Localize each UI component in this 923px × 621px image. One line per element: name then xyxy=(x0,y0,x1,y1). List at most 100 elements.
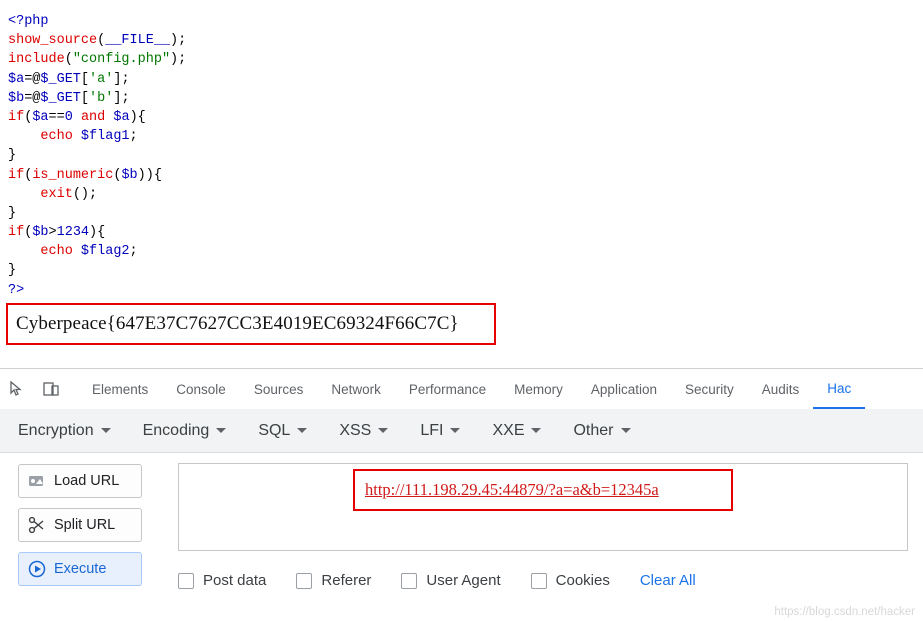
menu-encryption[interactable]: Encryption xyxy=(18,422,111,440)
cookies-label: Cookies xyxy=(555,572,610,589)
menu-encryption-label: Encryption xyxy=(18,421,94,439)
inspect-cursor-icon[interactable] xyxy=(0,369,34,409)
option-cookies[interactable]: Cookies xyxy=(530,572,610,589)
tab-network[interactable]: Network xyxy=(317,369,395,409)
code-token: (); xyxy=(72,186,98,202)
code-token: [ xyxy=(80,90,90,106)
menu-lfi-label: LFI xyxy=(420,421,444,439)
code-token: } xyxy=(8,148,17,164)
tab-elements[interactable]: Elements xyxy=(78,369,162,409)
user-agent-label: User Agent xyxy=(426,572,501,589)
menu-lfi[interactable]: LFI xyxy=(420,421,461,440)
tab-performance[interactable]: Performance xyxy=(395,369,500,409)
code-token: __FILE__ xyxy=(105,33,171,49)
menu-other[interactable]: Other xyxy=(573,422,631,440)
tab-console[interactable]: Console xyxy=(162,369,240,409)
code-token: )){ xyxy=(137,167,162,183)
post-data-checkbox[interactable] xyxy=(178,572,194,589)
tab-memory[interactable]: Memory xyxy=(500,369,577,409)
tab-security[interactable]: Security xyxy=(671,369,748,409)
tab-application[interactable]: Application xyxy=(577,369,671,409)
code-token: is_numeric xyxy=(32,167,114,183)
code-token: show_source xyxy=(8,33,98,49)
code-token: $_GET xyxy=(40,71,81,87)
load-url-icon xyxy=(27,471,47,491)
code-line: if(is_numeric($b)){ xyxy=(8,166,923,185)
menu-xxe-label: XXE xyxy=(492,421,525,439)
chevron-down-icon xyxy=(378,428,389,433)
code-line: ?> xyxy=(8,281,923,300)
code-line: echo $flag1; xyxy=(8,127,923,146)
code-token: ]; xyxy=(113,90,130,106)
code-line: if($a==0 and $a){ xyxy=(8,108,923,127)
hackbar-menubar: Encryption Encoding SQL XSS LFI XXE Othe… xyxy=(0,409,923,453)
chevron-down-icon xyxy=(100,428,111,433)
code-token: $b xyxy=(8,90,25,106)
code-token: if xyxy=(8,225,25,241)
option-user-agent[interactable]: User Agent xyxy=(401,572,501,589)
split-url-icon xyxy=(27,515,47,535)
code-token: > xyxy=(48,225,57,241)
code-line: include("config.php"); xyxy=(8,50,923,69)
code-line: $b=@$_GET['b']; xyxy=(8,89,923,108)
code-token: $a xyxy=(113,109,130,125)
code-token: $a xyxy=(32,109,49,125)
code-token: ; xyxy=(129,129,138,145)
option-referer[interactable]: Referer xyxy=(296,572,371,589)
option-post-data[interactable]: Post data xyxy=(178,572,266,589)
referer-checkbox[interactable] xyxy=(296,572,313,589)
code-token: ; xyxy=(129,244,138,260)
code-token: ( xyxy=(64,52,73,68)
url-value: http://111.198.29.45:44879/?a=a&b=12345a xyxy=(365,480,659,499)
code-token: exit xyxy=(40,186,73,202)
chevron-down-icon xyxy=(531,428,542,433)
code-token: $a xyxy=(8,71,25,87)
tab-sources[interactable]: Sources xyxy=(240,369,318,409)
tab-hackbar[interactable]: Hac xyxy=(813,369,866,409)
clear-all-link[interactable]: Clear All xyxy=(640,572,696,589)
user-agent-checkbox[interactable] xyxy=(401,572,418,589)
hackbar-body: Load URL Split URL Execute http://111.19… xyxy=(0,454,923,621)
load-url-button[interactable]: Load URL xyxy=(18,464,142,498)
php-source-code: <?php show_source(__FILE__); include("conf… xyxy=(0,0,923,300)
flag-text: Cyberpeace{647E37C7627CC3E4019EC69324F66… xyxy=(16,313,459,334)
execute-label: Execute xyxy=(54,561,107,577)
menu-xss-label: XSS xyxy=(339,421,372,439)
code-token: ); xyxy=(170,52,187,68)
menu-xxe[interactable]: XXE xyxy=(492,421,542,440)
watermark-text: https://blog.csdn.net/hacker xyxy=(774,606,915,618)
menu-encoding[interactable]: Encoding xyxy=(143,422,227,440)
device-toolbar-icon[interactable] xyxy=(34,369,68,409)
code-token: "config.php" xyxy=(72,52,171,68)
load-url-label: Load URL xyxy=(54,473,120,489)
post-data-label: Post data xyxy=(203,572,267,589)
code-line: if($b>1234){ xyxy=(8,223,923,242)
code-token: $flag2 xyxy=(80,244,130,260)
code-line: exit(); xyxy=(8,185,923,204)
code-token: [ xyxy=(80,71,90,87)
code-token: <?php xyxy=(8,14,49,29)
split-url-button[interactable]: Split URL xyxy=(18,508,142,542)
code-token: if xyxy=(8,167,25,183)
code-token: $flag1 xyxy=(80,129,130,145)
menu-sql[interactable]: SQL xyxy=(258,422,308,440)
split-url-label: Split URL xyxy=(54,517,116,533)
tab-audits[interactable]: Audits xyxy=(748,369,814,409)
chevron-down-icon xyxy=(450,428,461,433)
code-token: =@ xyxy=(24,90,41,106)
code-token: } xyxy=(8,263,17,279)
code-token: ); xyxy=(170,33,187,49)
code-token: =@ xyxy=(24,71,41,87)
url-textarea[interactable]: http://111.198.29.45:44879/?a=a&b=12345a xyxy=(178,463,908,551)
code-token: 'b' xyxy=(89,90,114,106)
code-token: ]; xyxy=(113,71,130,87)
execute-button[interactable]: Execute xyxy=(18,552,142,586)
menu-xss[interactable]: XSS xyxy=(339,421,389,440)
code-line: show_source(__FILE__); xyxy=(8,31,923,50)
cookies-checkbox[interactable] xyxy=(530,572,547,589)
code-token: 0 xyxy=(64,109,73,125)
code-line: echo $flag2; xyxy=(8,242,923,261)
